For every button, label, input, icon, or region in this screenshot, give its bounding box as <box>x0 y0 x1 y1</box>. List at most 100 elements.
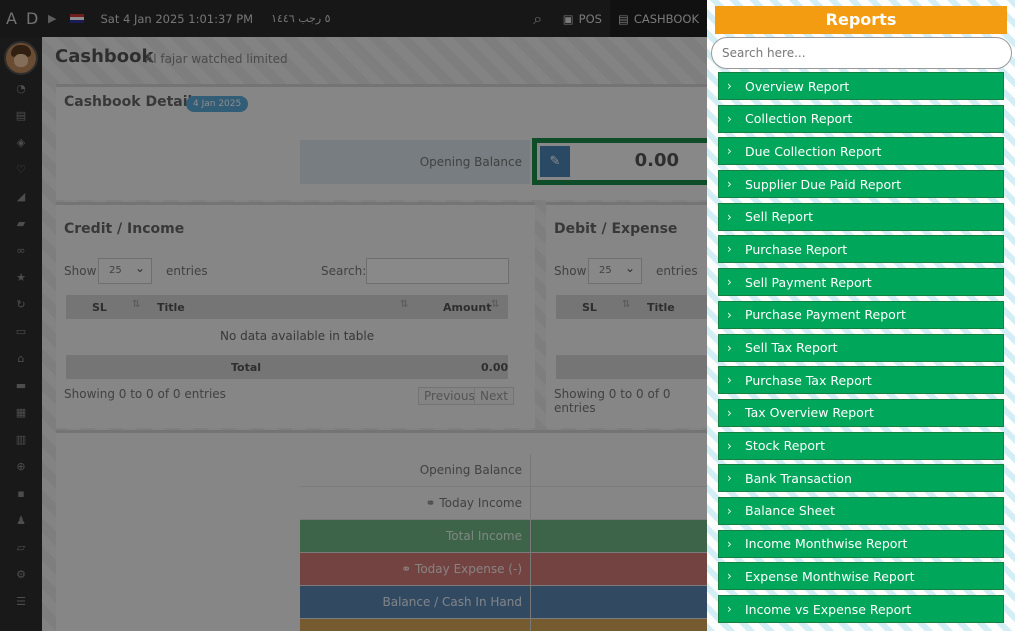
chevron-right-icon: › <box>727 602 732 616</box>
date-badge: 4 Jan 2025 <box>186 96 249 112</box>
search-icon[interactable]: ⌕ <box>521 9 555 29</box>
chevron-right-icon: › <box>727 405 732 420</box>
entries-select[interactable]: 25 <box>98 258 152 284</box>
report-item[interactable]: › Bank Transaction <box>718 464 1004 493</box>
link-icon[interactable]: ∞ <box>0 237 42 264</box>
report-item-label: Overview Report <box>745 78 850 94</box>
report-item[interactable]: › Overview Report <box>718 72 1004 100</box>
minus-icon[interactable]: ▬ <box>0 372 42 399</box>
col-sl[interactable]: SL <box>582 301 597 314</box>
chart-icon[interactable]: ◢ <box>0 183 42 210</box>
report-item[interactable]: › Purchase Report <box>718 235 1004 264</box>
report-item[interactable]: › Due Collection Report <box>718 137 1004 166</box>
sort-icon[interactable]: ⇅ <box>132 299 140 310</box>
dashboard-icon[interactable]: ◔ <box>0 75 42 102</box>
cashbook-label: CASHBOOK <box>633 11 699 26</box>
report-item-label: Collection Report <box>745 111 853 127</box>
users-icon[interactable]: ♟ <box>0 507 42 534</box>
show-label: Show <box>554 264 587 278</box>
total-value: 0.00 <box>481 361 509 374</box>
sort-icon[interactable]: ⇅ <box>491 299 499 310</box>
print-icon[interactable]: ▱ <box>0 534 42 561</box>
book-icon: ▤ <box>617 11 629 26</box>
star-icon[interactable]: ★ <box>0 264 42 291</box>
debit-expense-panel: Debit / Expense Show 25 entries SL ⇅ Tit… <box>546 202 707 428</box>
gift-icon[interactable]: ▦ <box>0 399 42 426</box>
summary-today-expense-row: ⚭ Today Expense (-) <box>300 553 707 586</box>
entries-label: entries <box>166 264 208 278</box>
pos-icon: ▣ <box>562 11 574 26</box>
refresh-icon[interactable]: ↻ <box>0 291 42 318</box>
summary-balance-row: Balance / Cash In Hand <box>300 586 707 619</box>
pencil-icon[interactable]: ✎ <box>540 146 570 177</box>
credit-title: Credit / Income <box>64 221 185 237</box>
top-bar: A D ▶ Sat 4 Jan 2025 1:01:37 PM ٥ رجب ١٤… <box>0 0 707 37</box>
comment-icon[interactable]: ▪ <box>0 480 42 507</box>
report-item[interactable]: › Sell Payment Report <box>718 268 1004 297</box>
cashbook-button[interactable]: ▤ CASHBOOK <box>609 0 707 37</box>
link-icon: ⚭ <box>401 562 416 576</box>
col-title[interactable]: Title <box>647 301 675 314</box>
bag-icon[interactable]: ▰ <box>0 210 42 237</box>
current-datetime: Sat 4 Jan 2025 1:01:37 PM <box>100 11 254 26</box>
summary-opening-row: Opening Balance <box>300 454 707 487</box>
col-title[interactable]: Title <box>157 301 185 314</box>
report-item[interactable]: › Supplier Due Paid Report <box>718 170 1004 199</box>
heart-icon[interactable]: ♡ <box>0 156 42 183</box>
hijri-date: ٥ رجب ١٤٤٦ <box>271 12 331 25</box>
brand-logo[interactable]: A D <box>0 9 42 28</box>
debit-entries-select[interactable]: 25 <box>588 258 642 284</box>
report-item[interactable]: › Balance Sheet <box>718 496 1004 525</box>
col-sl[interactable]: SL <box>92 301 107 314</box>
sidebar-toggle-icon[interactable]: ▶ <box>48 12 56 25</box>
money-icon[interactable]: ▭ <box>0 318 42 345</box>
report-item[interactable]: › Purchase Tax Report <box>718 366 1004 395</box>
report-item-label: Purchase Report <box>745 241 848 257</box>
zoom-icon[interactable]: ⊕ <box>0 453 42 480</box>
debit-showing-info: Showing 0 to 0 of 0 entries <box>554 387 671 415</box>
report-item[interactable]: › Stock Report <box>718 431 1004 460</box>
list-icon[interactable]: ☰ <box>0 588 42 615</box>
report-item[interactable]: › Income Monthwise Report <box>718 529 1004 558</box>
report-item-label: Sell Payment Report <box>745 274 872 290</box>
credit-search-input[interactable] <box>366 258 509 284</box>
sort-icon[interactable]: ⇅ <box>622 299 630 310</box>
report-item[interactable]: › Purchase Payment Report <box>718 300 1004 329</box>
reports-search-input[interactable] <box>711 37 1012 69</box>
document-icon[interactable]: ▤ <box>0 102 42 129</box>
sort-icon[interactable]: ⇅ <box>400 299 408 310</box>
report-item-label: Stock Report <box>745 438 826 454</box>
link-icon: ⚭ <box>425 496 440 510</box>
gear-icon[interactable]: ⚙ <box>0 561 42 588</box>
report-item-label: Purchase Payment Report <box>745 307 906 323</box>
summary-total-income-row: Total Income <box>300 520 707 553</box>
report-item-label: Income vs Expense Report <box>745 601 912 617</box>
file-icon[interactable]: ▥ <box>0 426 42 453</box>
credit-table-header: SL ⇅ Title ⇅ Amount ⇅ <box>66 295 508 319</box>
report-item[interactable]: › Sell Report <box>718 202 1004 231</box>
chevron-right-icon: › <box>727 471 732 486</box>
chevron-right-icon: › <box>727 373 732 388</box>
chevron-right-icon: › <box>727 275 732 290</box>
chevron-right-icon: › <box>727 307 732 322</box>
language-flag-icon[interactable] <box>70 14 85 23</box>
report-item[interactable]: › Expense Monthwise Report <box>718 562 1004 591</box>
details-title: Cashbook Details <box>64 94 201 110</box>
tags-icon[interactable]: ◈ <box>0 129 42 156</box>
chevron-right-icon: › <box>727 340 732 355</box>
report-item-label: Tax Overview Report <box>745 405 874 421</box>
col-amount[interactable]: Amount <box>443 301 491 314</box>
report-item-label: Due Collection Report <box>745 143 882 159</box>
report-item[interactable]: › Tax Overview Report <box>718 398 1004 427</box>
credit-income-panel: Credit / Income Show 25 entries Search: … <box>56 202 535 428</box>
report-item[interactable]: › Income vs Expense Report <box>718 595 1004 623</box>
pos-button[interactable]: ▣ POS <box>555 0 610 37</box>
chevron-right-icon: › <box>727 209 732 224</box>
bank-icon[interactable]: ⌂ <box>0 345 42 372</box>
previous-button[interactable]: Previous <box>418 387 481 405</box>
next-button[interactable]: Next <box>474 387 514 405</box>
avatar[interactable] <box>4 41 38 75</box>
report-item[interactable]: › Collection Report <box>718 104 1004 133</box>
report-item[interactable]: › Sell Tax Report <box>718 333 1004 362</box>
sidebar: ◔ ▤ ◈ ♡ ◢ ▰ ∞ ★ ↻ ▭ ⌂ ▬ ▦ ▥ ⊕ ▪ ♟ ▱ ⚙ ☰ <box>0 37 42 631</box>
